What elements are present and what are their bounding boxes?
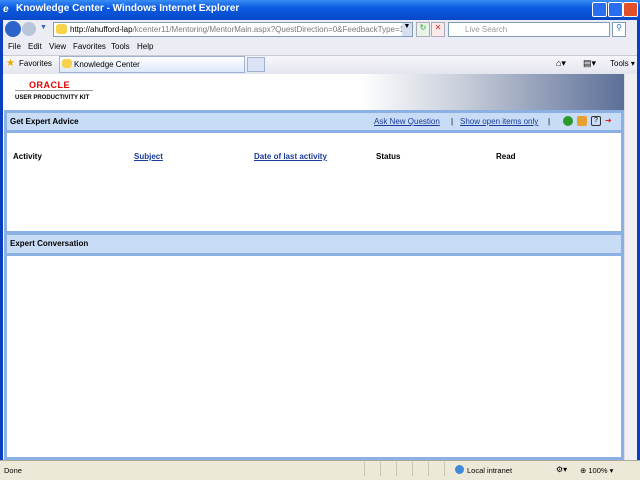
oracle-upk-logo: ORACLE USER PRODUCTIVITY KIT bbox=[15, 80, 93, 101]
logo-product: USER PRODUCTIVITY KIT bbox=[15, 95, 90, 101]
activity-table bbox=[4, 133, 624, 231]
separator: | bbox=[548, 117, 551, 126]
column-status: Status bbox=[376, 152, 401, 161]
address-bar[interactable]: http://ahufford-lap/kcenter11/Mentoring/… bbox=[53, 22, 413, 37]
maximize-button[interactable] bbox=[608, 2, 623, 17]
ask-new-question-link[interactable]: Ask New Question bbox=[374, 117, 440, 126]
conversation-header: Expert Conversation bbox=[4, 231, 624, 256]
favorites-button[interactable]: Favorites bbox=[19, 59, 52, 68]
help-icon[interactable]: ? bbox=[591, 116, 601, 126]
ie-logo-icon: e bbox=[3, 4, 9, 15]
logo-brand: ORACLE bbox=[15, 80, 93, 91]
tab-knowledge-center[interactable]: Knowledge Center bbox=[59, 56, 245, 73]
show-open-items-link[interactable]: Show open items only bbox=[460, 117, 538, 126]
home-icon[interactable] bbox=[577, 116, 587, 126]
search-input[interactable]: Live Search bbox=[448, 22, 610, 37]
tools-button[interactable]: Tools ▾ bbox=[610, 59, 635, 68]
zoom-control[interactable]: ⊕ 100% ▾ bbox=[580, 466, 613, 475]
status-text: Done bbox=[4, 466, 22, 475]
menu-favorites[interactable]: Favorites bbox=[73, 42, 106, 51]
history-dropdown-icon[interactable]: ▼ bbox=[40, 24, 47, 31]
security-zone[interactable]: Local intranet bbox=[467, 466, 512, 475]
vertical-scrollbar[interactable] bbox=[624, 74, 637, 460]
minimize-button[interactable] bbox=[592, 2, 607, 17]
tools-label: Tools bbox=[610, 59, 629, 68]
print-icon[interactable]: ▤▾ bbox=[583, 58, 596, 69]
refresh-icon[interactable]: ↻ bbox=[416, 22, 430, 37]
back-button[interactable] bbox=[5, 21, 21, 37]
menu-edit[interactable]: Edit bbox=[28, 42, 42, 51]
tab-page-icon bbox=[62, 59, 72, 68]
header-gradient bbox=[360, 74, 624, 110]
home-icon[interactable]: ⌂▾ bbox=[556, 58, 566, 69]
intranet-icon bbox=[455, 465, 464, 474]
column-activity: Activity bbox=[13, 152, 42, 161]
address-dropdown-icon[interactable]: ▼ bbox=[402, 23, 412, 36]
conversation-title: Expert Conversation bbox=[10, 239, 89, 248]
forward-button[interactable] bbox=[22, 22, 36, 36]
url-path: /kcenter11/Mentoring/MentorMain.aspx?Que… bbox=[132, 25, 405, 34]
title-bar: Knowledge Center - Windows Internet Expl… bbox=[0, 0, 640, 20]
protected-mode-icon[interactable]: ⚙▾ bbox=[556, 465, 567, 474]
status-bar: Done bbox=[0, 460, 640, 480]
window-title: Knowledge Center - Windows Internet Expl… bbox=[16, 3, 240, 14]
menu-help[interactable]: Help bbox=[137, 42, 153, 51]
add-icon[interactable] bbox=[563, 116, 573, 126]
logout-icon[interactable]: ➜ bbox=[605, 116, 615, 126]
close-button[interactable] bbox=[623, 2, 638, 17]
column-subject[interactable]: Subject bbox=[134, 152, 163, 161]
advice-title: Get Expert Advice bbox=[10, 117, 79, 126]
star-icon: ★ bbox=[6, 58, 15, 69]
column-date[interactable]: Date of last activity bbox=[254, 152, 327, 161]
tab-label: Knowledge Center bbox=[74, 60, 140, 69]
zoom-level: 100% bbox=[588, 466, 608, 475]
url-host: http://ahufford-lap bbox=[70, 25, 133, 34]
new-tab-button[interactable] bbox=[247, 57, 265, 72]
menu-file[interactable]: File bbox=[8, 42, 21, 51]
menu-view[interactable]: View bbox=[49, 42, 66, 51]
search-icon[interactable]: ⚲ bbox=[612, 22, 626, 37]
separator: | bbox=[451, 117, 454, 126]
stop-icon[interactable]: ✕ bbox=[431, 22, 445, 37]
column-read: Read bbox=[496, 152, 516, 161]
menu-tools[interactable]: Tools bbox=[111, 42, 130, 51]
conversation-panel bbox=[4, 256, 624, 460]
search-placeholder: Live Search bbox=[465, 25, 508, 34]
page-icon bbox=[56, 24, 67, 34]
